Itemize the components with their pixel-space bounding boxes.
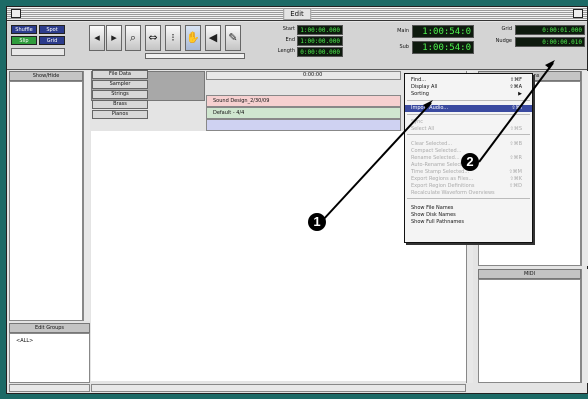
arrow-2-head — [545, 60, 555, 69]
screen: Edit Shuffle Spot Slip Grid ◂ ▸ ⌕ ⇔ ⁝ ✋ … — [0, 0, 588, 399]
callout-2: 2 — [461, 153, 479, 171]
callout-arrows — [321, 60, 555, 222]
edit-window: Edit Shuffle Spot Slip Grid ◂ ▸ ⌕ ⇔ ⁝ ✋ … — [6, 6, 588, 394]
arrow-1-line — [321, 102, 432, 222]
callout-1: 1 — [308, 213, 326, 231]
arrow-2-line — [478, 62, 554, 163]
